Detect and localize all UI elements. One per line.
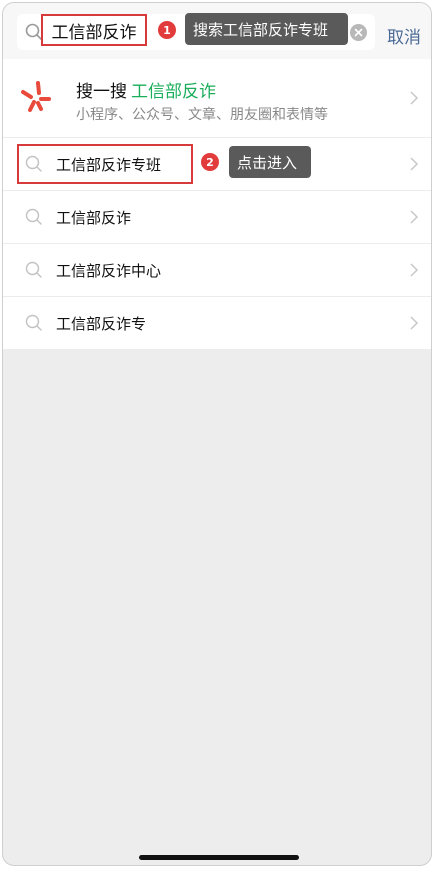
suggestion-label: 工信部反诈中心 — [56, 262, 162, 280]
sou-yi-sou-label: 搜一搜 — [76, 82, 127, 102]
search-query-text[interactable]: 工信部反诈 — [41, 14, 147, 46]
search-icon — [25, 261, 43, 279]
search-icon — [25, 314, 43, 332]
chevron-right-icon — [409, 262, 419, 278]
sou-yi-sou-subtitle: 小程序、公众号、文章、朋友圈和表情等 — [76, 107, 328, 123]
sou-yi-sou-title: 搜一搜 工信部反诈 — [76, 77, 216, 102]
step-badge-1: 1 — [158, 21, 176, 39]
search-icon — [25, 208, 43, 226]
step-badge-2: 2 — [201, 153, 219, 171]
phone-screen: 工信部反诈 取消 搜一搜 工信部反诈 小程序、公众号、文章、朋友圈和表情等 工信… — [2, 2, 432, 866]
suggestion-label: 工信部反诈专 — [56, 315, 147, 333]
cancel-button[interactable]: 取消 — [387, 23, 421, 48]
suggestion-label: 工信部反诈 — [56, 209, 132, 227]
search-results-list: 搜一搜 工信部反诈 小程序、公众号、文章、朋友圈和表情等 工信部反诈专班 工信部反… — [3, 59, 431, 349]
suggestion-item[interactable]: 工信部反诈专 — [3, 297, 431, 349]
sou-yi-sou-item[interactable]: 搜一搜 工信部反诈 小程序、公众号、文章、朋友圈和表情等 — [3, 59, 431, 138]
suggestion-item[interactable]: 工信部反诈 — [3, 191, 431, 244]
suggestion-item[interactable]: 工信部反诈中心 — [3, 244, 431, 297]
clear-icon[interactable] — [350, 24, 367, 41]
annotation-callout-1: 搜索工信部反诈专班 — [185, 13, 348, 45]
home-indicator — [139, 855, 299, 860]
chevron-right-icon — [409, 209, 419, 225]
annotation-callout-2: 点击进入 — [229, 146, 311, 178]
chevron-right-icon — [409, 90, 419, 106]
sou-yi-sou-logo-icon — [19, 79, 53, 113]
chevron-right-icon — [409, 315, 419, 331]
chevron-right-icon — [409, 156, 419, 172]
highlight-box — [17, 144, 193, 184]
sou-yi-sou-keyword: 工信部反诈 — [131, 82, 216, 102]
